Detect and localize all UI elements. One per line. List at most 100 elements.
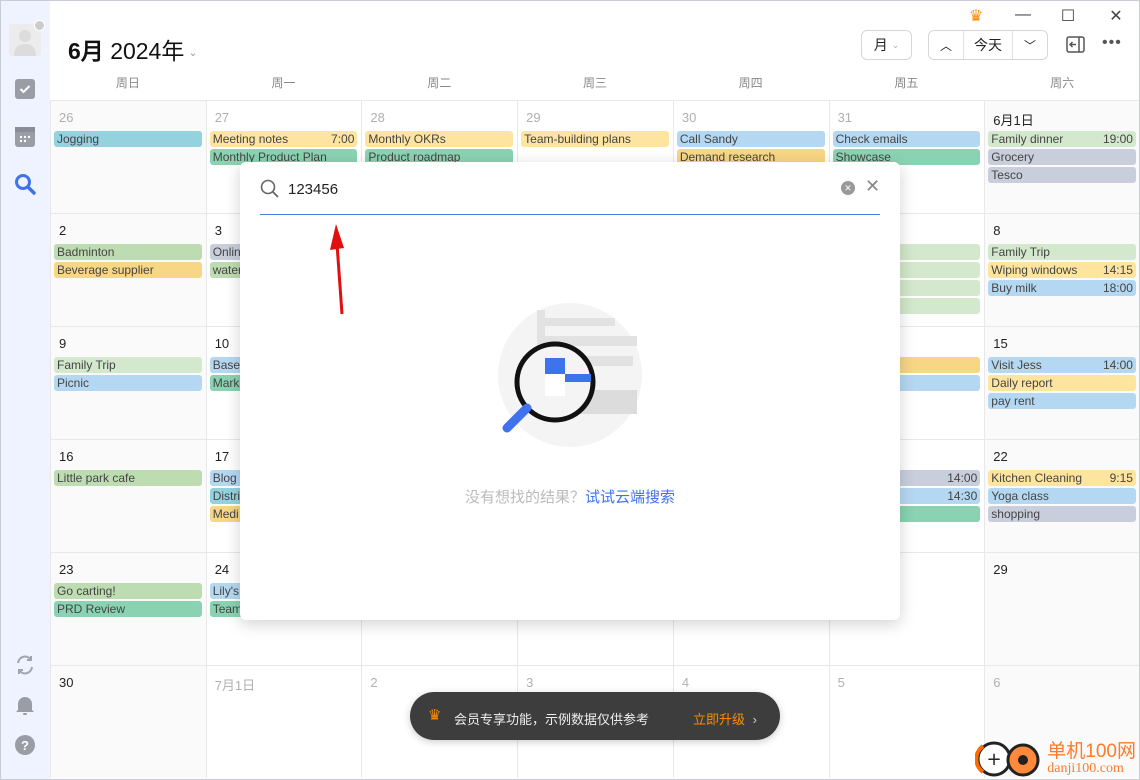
day-cell[interactable]: 5 <box>828 665 985 778</box>
event-item[interactable]: Meeting notes 7:00 <box>209 131 358 147</box>
event-title: Beverage supplier <box>57 263 154 277</box>
event-time: 18:00 <box>1102 281 1133 295</box>
event-title: Team <box>212 602 243 616</box>
upgrade-link[interactable]: 立即升级 › <box>693 709 757 728</box>
event-time: 7:00 <box>331 132 355 146</box>
day-cell[interactable]: 15 Visit Jess 14:00 Daily report pay rent <box>984 326 1140 439</box>
minimize-button[interactable]: — <box>1013 6 1033 24</box>
watermark-domain: danji100.com <box>1047 760 1124 776</box>
day-number: 4 <box>681 675 690 690</box>
crown-icon: ♛ <box>428 707 442 724</box>
event-item[interactable]: Little park cafe <box>54 470 202 486</box>
close-search-button[interactable]: ✕ <box>865 176 880 197</box>
calendar-icon[interactable] <box>13 125 37 149</box>
next-button[interactable]: ﹀ <box>1013 37 1047 54</box>
event-item[interactable]: Jogging <box>54 131 202 147</box>
event-title: Wiping windows <box>991 263 1078 277</box>
event-title: Lily's <box>212 584 239 598</box>
event-item[interactable]: Badminton <box>54 244 202 260</box>
day-cell[interactable]: 23 Go carting! PRD Review <box>50 552 206 665</box>
day-number: 26 <box>59 110 74 125</box>
tasks-icon[interactable] <box>13 77 37 101</box>
watermark-logo: + 单机100网 danji100.com <box>975 740 1136 778</box>
month-title[interactable]: 6月 2024年 ⌄ <box>68 32 198 66</box>
date-navigator: ︿ 今天 ﹀ <box>928 30 1048 60</box>
year-label: 2024年 <box>110 38 185 64</box>
day-cell[interactable]: 22 Kitchen Cleaning 9:15 Yoga class shopping <box>984 439 1140 552</box>
more-icon[interactable]: ••• <box>1102 34 1122 52</box>
chevron-right-icon: › <box>752 712 757 727</box>
event-title: Team-building plans <box>524 132 631 146</box>
bell-icon[interactable] <box>13 693 37 717</box>
empty-search-illustration <box>498 303 642 447</box>
event-time: 14:30 <box>947 489 978 503</box>
cloud-search-link[interactable]: 试试云端搜索 <box>585 489 675 506</box>
collapse-panel-icon[interactable] <box>1066 36 1085 58</box>
day-cell[interactable]: 26 Jogging <box>50 100 206 213</box>
event-item[interactable]: Tesco <box>988 167 1136 183</box>
day-number: 16 <box>59 449 74 464</box>
event-item[interactable]: Wiping windows 14:15 <box>988 262 1136 278</box>
help-icon[interactable]: ? <box>13 733 37 757</box>
day-cell[interactable]: 29 <box>984 552 1140 665</box>
event-title: Grocery <box>991 150 1034 164</box>
event-item[interactable]: Visit Jess 14:00 <box>988 357 1136 373</box>
search-icon[interactable] <box>13 172 37 196</box>
maximize-button[interactable]: ☐ <box>1058 6 1078 26</box>
event-title: Badminton <box>57 245 115 259</box>
event-title: water <box>212 263 243 277</box>
event-title: Call Sandy <box>679 132 738 146</box>
day-cell[interactable]: 9 Family Trip Picnic <box>50 326 206 439</box>
day-cell[interactable]: 2 Badminton Beverage supplier <box>50 213 206 326</box>
weekday-header: 周五 <box>894 76 919 90</box>
event-item[interactable]: Family Trip <box>988 244 1136 260</box>
event-item[interactable]: shopping <box>988 506 1136 522</box>
member-toast: ♛ 会员专享功能，示例数据仅供参考 立即升级 › <box>410 692 780 740</box>
crown-icon[interactable]: ♛ <box>966 6 986 26</box>
no-result-message: 没有想找的结果？试试云端搜索 <box>240 486 900 507</box>
today-button[interactable]: 今天 <box>963 31 1013 59</box>
clear-search-button[interactable]: ✕ <box>841 181 855 195</box>
event-item[interactable]: Team-building plans <box>521 131 669 147</box>
event-item[interactable]: Check emails <box>832 131 981 147</box>
chevron-down-icon: ⌄ <box>188 47 198 60</box>
day-cell[interactable]: 16 Little park cafe <box>50 439 206 552</box>
toast-message: 会员专享功能，示例数据仅供参考 <box>454 712 650 727</box>
day-number: 17 <box>214 449 230 464</box>
view-select[interactable]: 月 ⌄ <box>861 30 912 60</box>
event-time: 14:00 <box>1102 358 1133 372</box>
event-item[interactable]: Go carting! <box>54 583 202 599</box>
event-item[interactable]: Call Sandy <box>676 131 825 147</box>
day-cell[interactable]: 8 Family Trip Wiping windows 14:15 Buy milk 1… <box>984 213 1140 326</box>
event-item[interactable]: pay rent <box>988 393 1136 409</box>
event-item[interactable]: Kitchen Cleaning 9:15 <box>988 470 1136 486</box>
event-item[interactable]: Daily report <box>988 375 1136 391</box>
previous-button[interactable]: ︿ <box>929 37 963 54</box>
event-item[interactable]: Buy milk 18:00 <box>988 280 1136 296</box>
event-item[interactable]: Family Trip <box>54 357 202 373</box>
sync-icon[interactable] <box>13 653 37 677</box>
search-input[interactable] <box>288 178 788 200</box>
event-item[interactable]: Family dinner 19:00 <box>988 131 1136 147</box>
event-time: 19:00 <box>1102 132 1133 146</box>
event-title: Onlin <box>212 245 241 259</box>
event-item[interactable]: Picnic <box>54 375 202 391</box>
event-title: Visit Jess <box>991 358 1042 372</box>
event-title: Meeting notes <box>212 132 289 146</box>
day-number: 30 <box>59 675 74 690</box>
day-cell[interactable]: 7月1日 <box>205 665 362 778</box>
day-number: 28 <box>370 110 385 125</box>
day-cell[interactable]: 6月1日 Family dinner 19:00 Grocery Tesco <box>984 100 1140 213</box>
event-item[interactable]: Monthly OKRs <box>365 131 514 147</box>
event-item[interactable]: Beverage supplier <box>54 262 202 278</box>
day-number: 15 <box>993 336 1008 351</box>
event-item[interactable]: PRD Review <box>54 601 202 617</box>
day-number: 27 <box>214 110 230 125</box>
event-item[interactable]: Yoga class <box>988 488 1136 504</box>
event-title: pay rent <box>991 394 1035 408</box>
day-number: 6 <box>993 675 1001 690</box>
weekday-header: 周一 <box>271 76 296 90</box>
close-window-button[interactable]: ✕ <box>1106 6 1126 26</box>
event-item[interactable]: Grocery <box>988 149 1136 165</box>
day-cell[interactable]: 30 <box>50 665 206 778</box>
